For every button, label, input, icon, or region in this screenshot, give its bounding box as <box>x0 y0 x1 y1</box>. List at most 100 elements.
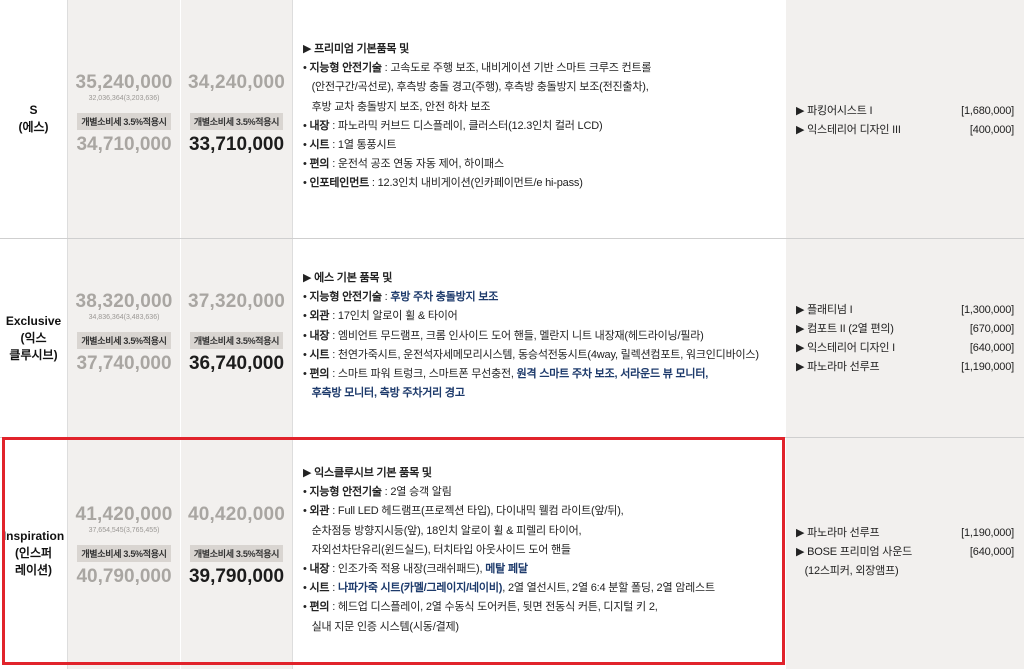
option-list: ▶ 파노라마 선루프 [1,190,000] ▶ BOSE 프리미엄 사운드 [640… <box>796 524 1014 581</box>
price-1: 38,320,000 <box>75 291 173 312</box>
feature-line: • 내장 : 파노라믹 커브드 디스플레이, 클러스터(12.3인치 컬러 LC… <box>303 117 776 136</box>
feature-text: : 1열 통풍시트 <box>329 139 397 152</box>
feature-text: 시트 <box>309 582 330 595</box>
price-2: 34,240,000 <box>187 72 286 93</box>
option-name: ▶ 파노라마 선루프 <box>796 361 880 373</box>
options-cell: ▶ 파노라마 선루프 [1,190,000] ▶ BOSE 프리미엄 사운드 [640… <box>786 438 1024 669</box>
feature-line: • 지능형 안전기술 : 고속도로 주행 보조, 내비게이션 기반 스마트 크루… <box>303 59 776 78</box>
feature-text: 시트 <box>309 348 330 361</box>
feature-text: : 인조가죽 적용 내장(크래쉬패드), <box>329 563 486 576</box>
trim-price-table: S (에스) 35,240,000 32,036,364(3,203,636) … <box>0 0 1024 669</box>
option-price: [1,680,000] <box>961 105 1014 117</box>
feature-text: : 스마트 파워 트렁크, 스마트폰 무선충전, <box>329 368 517 381</box>
price-column-2: 37,320,000 개별소비세 3.5%적용시 36,740,000 <box>181 239 292 437</box>
feature-line: • 외관 : 17인치 알로이 휠 & 타이어 <box>303 307 776 326</box>
option-name: ▶ 컴포트 II (2열 편의) <box>796 323 894 335</box>
option-item: ▶ 플래티넘 I [1,300,000] <box>796 301 1014 320</box>
tax-badge: 개별소비세 3.5%적용시 <box>77 545 171 562</box>
feature-text: 후측방 모니터, 측방 주차거리 경고 <box>311 387 465 400</box>
feature-lines: ▶ 익스클루시브 기본 품목 및 • 지능형 안전기술 : 2열 승객 알림 • 외… <box>303 464 776 637</box>
basic-features-cell: ▶ 프리미엄 기본품목 및 • 지능형 안전기술 : 고속도로 주행 보조, 내비… <box>292 0 786 238</box>
option-item: ▶ 익스테리어 디자인 I [640,000] <box>796 339 1014 358</box>
option-item: ▶ 파킹어시스트 I [1,680,000] <box>796 102 1014 121</box>
feature-text: 자외선차단유리(윈드실드), 터치타입 아웃사이드 도어 핸들 <box>303 543 571 556</box>
tax-badge: 개별소비세 3.5%적용시 <box>77 332 171 349</box>
feature-line: ▶ 익스클루시브 기본 품목 및 <box>303 464 776 483</box>
trim-row-inspiration: Inspiration (인스퍼 레이션) 41,420,000 37,654,… <box>0 438 1024 669</box>
feature-line: 후방 교차 충돌방지 보조, 안전 하차 보조 <box>303 98 776 117</box>
feature-text: : Full LED 헤드램프(프로젝션 타입), 다이내믹 웰컴 라이트(앞/… <box>329 505 624 518</box>
options-cell: ▶ 파킹어시스트 I [1,680,000] ▶ 익스테리어 디자인 III [400… <box>786 0 1024 238</box>
trim-row-s: S (에스) 35,240,000 32,036,364(3,203,636) … <box>0 0 1024 238</box>
price-2-tax: 36,740,000 <box>188 353 285 374</box>
feature-text: (안전구간/곡선로), 후측방 충돌 경고(주행), 후측방 충돌방지 보조(전… <box>303 81 649 94</box>
feature-text: 순차점등 방향지시등(앞), 18인치 알로이 휠 & 피렐리 타이어, <box>303 524 582 537</box>
option-name: ▶ BOSE 프리미엄 사운드 <box>796 546 913 558</box>
option-item: ▶ BOSE 프리미엄 사운드 [640,000] <box>796 543 1014 562</box>
option-list: ▶ 파킹어시스트 I [1,680,000] ▶ 익스테리어 디자인 III [400… <box>796 102 1014 140</box>
feature-line: • 지능형 안전기술 : 후방 주차 충돌방지 보조 <box>303 288 776 307</box>
price-column-1: 35,240,000 32,036,364(3,203,636) 개별소비세 3… <box>68 0 181 238</box>
feature-line: 실내 지문 인증 시스템(시동/결제) <box>303 618 776 637</box>
feature-text: 편의 <box>309 158 330 171</box>
feature-line: • 내장 : 인조가죽 적용 내장(크래쉬패드), 메탈 페달 <box>303 560 776 579</box>
option-price: [1,190,000] <box>961 527 1014 539</box>
option-item: ▶ 컴포트 II (2열 편의) [670,000] <box>796 320 1014 339</box>
feature-text: 원격 스마트 주차 보조, 서라운드 뷰 모니터, <box>516 368 709 381</box>
feature-text: 메탈 페달 <box>485 563 528 576</box>
feature-text: 외관 <box>309 310 330 323</box>
feature-text: : <box>329 582 338 595</box>
option-list: ▶ 플래티넘 I [1,300,000] ▶ 컴포트 II (2열 편의) [670,… <box>796 301 1014 377</box>
trim-name-cell: Inspiration (인스퍼 레이션) <box>0 438 68 669</box>
price-1-tax: 34,710,000 <box>76 134 172 155</box>
basic-features-cell: ▶ 에스 기본 품목 및 • 지능형 안전기술 : 후방 주차 충돌방지 보조 • … <box>292 239 786 437</box>
feature-line: 순차점등 방향지시등(앞), 18인치 알로이 휠 & 피렐리 타이어, <box>303 522 776 541</box>
option-price: [1,300,000] <box>961 304 1014 316</box>
feature-line: 후측방 모니터, 측방 주차거리 경고 <box>303 384 776 403</box>
trim-name-cell: Exclusive (익스 클루시브) <box>0 239 68 437</box>
feature-line: • 내장 : 엠비언트 무드램프, 크롬 인사이드 도어 핸들, 멜란지 니트 … <box>303 327 776 346</box>
feature-text: 내장 <box>309 329 330 342</box>
trim-name: S (에스) <box>18 103 49 134</box>
feature-line: • 시트 : 천연가죽시트, 운전석자세메모리시스템, 동승석전동시트(4way… <box>303 346 776 365</box>
option-name: (12스피커, 외장앰프) <box>796 565 899 577</box>
feature-text: 인포테인먼트 <box>309 177 370 190</box>
feature-text: : 2열 승객 알림 <box>381 486 452 499</box>
feature-text: 지능형 안전기술 <box>309 291 382 304</box>
feature-line: • 편의 : 운전석 공조 연동 자동 제어, 하이패스 <box>303 155 776 174</box>
option-item: ▶ 파노라마 선루프 [1,190,000] <box>796 358 1014 377</box>
feature-text: 내장 <box>309 119 330 132</box>
feature-line: • 편의 : 헤드업 디스플레이, 2열 수동식 도어커튼, 뒷면 전동식 커튼… <box>303 598 776 617</box>
option-price: [1,190,000] <box>961 361 1014 373</box>
feature-text: 외관 <box>309 505 330 518</box>
price-2-tax: 33,710,000 <box>188 134 285 155</box>
trim-name: Inspiration (인스퍼 레이션) <box>2 529 65 577</box>
option-price: [640,000] <box>969 546 1014 558</box>
feature-line: • 시트 : 나파가죽 시트(카멜/그레이지/네이비), 2열 열선시트, 2열… <box>303 579 776 598</box>
option-item: ▶ 익스테리어 디자인 III [400,000] <box>796 121 1014 140</box>
trim-name-cell: S (에스) <box>0 0 68 238</box>
feature-line: • 인포테인먼트 : 12.3인치 내비게이션(인카페이먼트/e hi-pass… <box>303 174 776 193</box>
feature-text: : 헤드업 디스플레이, 2열 수동식 도어커튼, 뒷면 전동식 커튼, 디지털… <box>329 601 658 614</box>
feature-text: : 천연가죽시트, 운전석자세메모리시스템, 동승석전동시트(4way, 릴렉션… <box>329 348 759 361</box>
price-1-tax: 40,790,000 <box>76 566 172 587</box>
feature-text: ▶ 익스클루시브 기본 품목 및 <box>303 467 432 479</box>
basic-features-cell: ▶ 익스클루시브 기본 품목 및 • 지능형 안전기술 : 2열 승객 알림 • 외… <box>292 438 786 669</box>
feature-text: : 고속도로 주행 보조, 내비게이션 기반 스마트 크루즈 컨트롤 <box>381 62 652 75</box>
feature-line: ▶ 프리미엄 기본품목 및 <box>303 40 776 59</box>
feature-text: : 운전석 공조 연동 자동 제어, 하이패스 <box>329 158 504 171</box>
feature-line: ▶ 에스 기본 품목 및 <box>303 269 776 288</box>
feature-text: 후방 주차 충돌방지 보조 <box>390 291 499 304</box>
feature-line: • 지능형 안전기술 : 2열 승객 알림 <box>303 483 776 502</box>
price-1-breakdown: 37,654,545(3,765,455) <box>88 527 160 534</box>
feature-text <box>303 387 312 399</box>
feature-text: : 파노라믹 커브드 디스플레이, 클러스터(12.3인치 컬러 LCD) <box>329 119 603 132</box>
tax-badge: 개별소비세 3.5%적용시 <box>189 332 284 349</box>
price-column-2: 40,420,000 개별소비세 3.5%적용시 39,790,000 <box>181 438 292 669</box>
price-2: 40,420,000 <box>187 504 286 525</box>
price-1-tax: 37,740,000 <box>76 353 172 374</box>
feature-text: 지능형 안전기술 <box>309 486 382 499</box>
trim-row-exclusive: Exclusive (익스 클루시브) 38,320,000 34,836,36… <box>0 239 1024 437</box>
options-cell: ▶ 플래티넘 I [1,300,000] ▶ 컴포트 II (2열 편의) [670,… <box>786 239 1024 437</box>
feature-line: • 편의 : 스마트 파워 트렁크, 스마트폰 무선충전, 원격 스마트 주차 … <box>303 365 776 384</box>
